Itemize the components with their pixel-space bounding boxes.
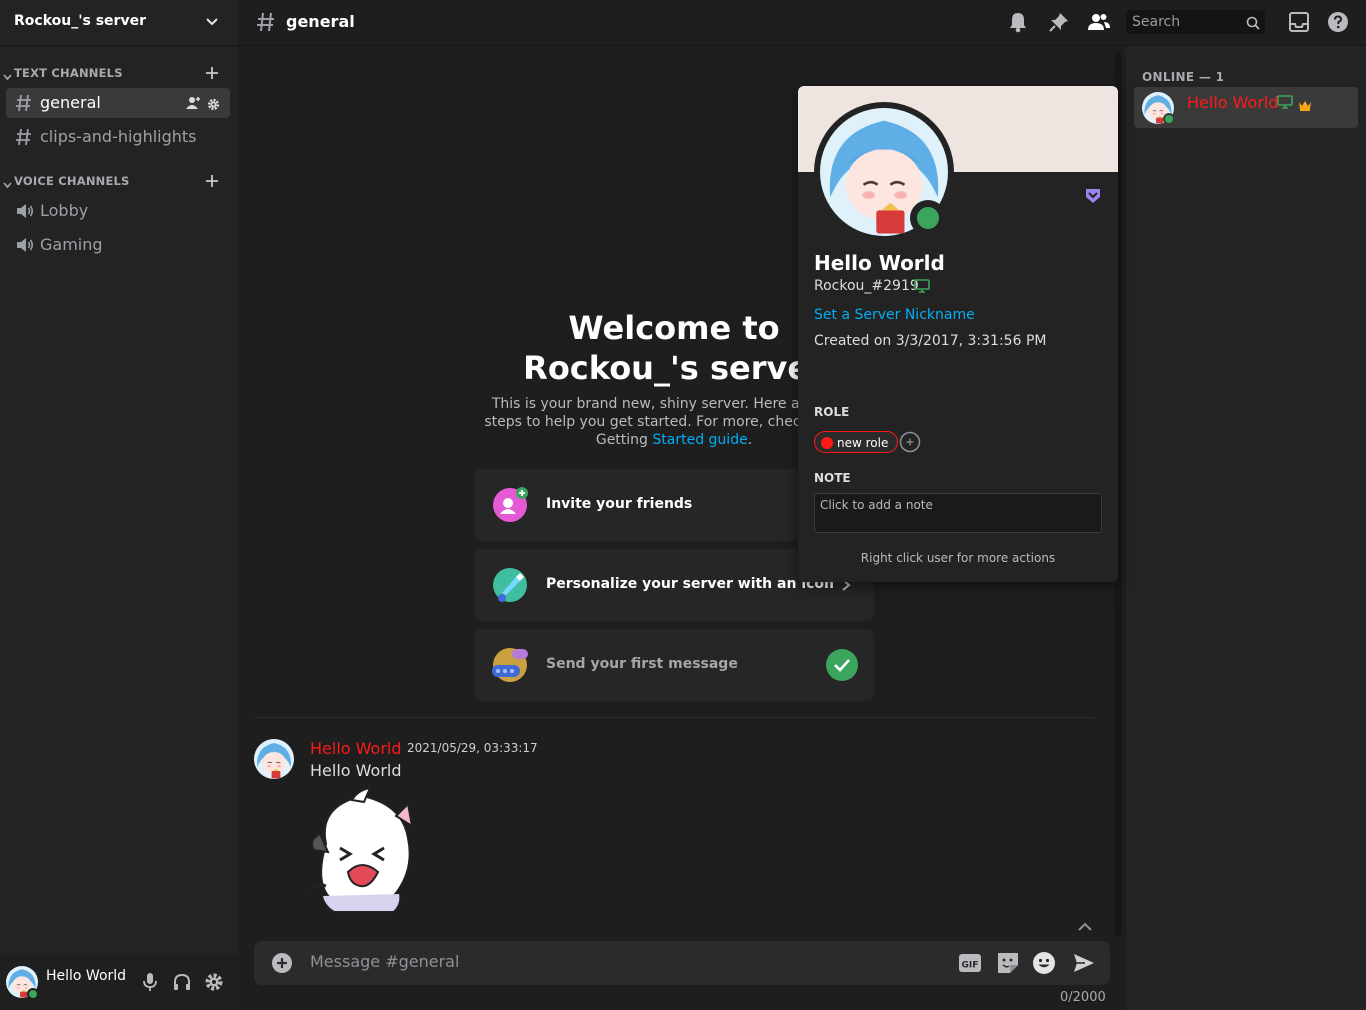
server-header[interactable]: Rockou_'s server — [0, 0, 238, 46]
role-name: new role — [837, 436, 889, 450]
caret-down-icon — [3, 67, 12, 86]
bell-icon[interactable] — [1008, 11, 1028, 37]
headphones-icon[interactable] — [172, 972, 192, 996]
category-label: TEXT CHANNELS — [14, 66, 123, 80]
channel-lobby[interactable]: Lobby — [6, 196, 230, 226]
profile-display-name: Hello World — [814, 251, 945, 275]
role-color-dot[interactable] — [821, 437, 833, 449]
online-status-dot — [27, 988, 39, 1000]
channel-general[interactable]: general — [6, 88, 230, 118]
first-message-card[interactable]: Send your first message — [474, 629, 874, 701]
welcome-description-end: . — [747, 432, 753, 448]
gear-icon[interactable] — [204, 972, 224, 996]
channel-clips-and-highlights[interactable]: clips-and-highlights — [6, 122, 230, 152]
send-icon[interactable] — [1072, 951, 1096, 979]
sticker-image[interactable] — [304, 786, 424, 916]
chat-header: general Search — [238, 0, 1366, 46]
member-name: Hello World — [1187, 93, 1279, 112]
note-input[interactable]: Click to add a note — [814, 493, 1102, 533]
card-label: Invite your friends — [546, 496, 693, 512]
help-icon[interactable] — [1327, 11, 1349, 37]
getting-started-link[interactable]: Started guide — [652, 432, 747, 448]
channel-sidebar: Rockou_'s server TEXT CHANNELS general c… — [0, 0, 238, 1010]
user-panel: Hello World — [0, 954, 238, 1010]
member-item[interactable]: Hello World — [1134, 87, 1358, 128]
desktop-icon — [914, 278, 930, 297]
search-input[interactable]: Search — [1126, 10, 1265, 34]
category-voice-channels[interactable]: VOICE CHANNELS — [0, 173, 238, 191]
microphone-icon[interactable] — [142, 972, 158, 996]
channel-gaming[interactable]: Gaming — [6, 230, 230, 260]
add-attachment-icon[interactable] — [272, 953, 292, 977]
crown-icon — [1298, 96, 1312, 115]
online-section-label: ONLINE — 1 — [1142, 70, 1225, 84]
message-divider — [254, 717, 1094, 718]
channel-label: Lobby — [40, 201, 89, 220]
hypesquad-badge-icon[interactable] — [1085, 188, 1101, 208]
message-timestamp: 2021/05/29, 03:33:17 — [407, 741, 538, 755]
channel-label: Gaming — [40, 235, 103, 254]
category-label: VOICE CHANNELS — [14, 174, 130, 188]
online-status-dot — [1163, 113, 1175, 125]
speaker-icon — [15, 201, 35, 225]
server-name: Rockou_'s server — [14, 13, 146, 29]
message-author[interactable]: Hello World — [310, 739, 402, 758]
invite-friends-icon — [492, 487, 528, 523]
chevron-up-icon[interactable] — [1077, 918, 1093, 937]
add-channel-icon[interactable] — [204, 173, 220, 193]
invite-user-icon[interactable] — [186, 95, 202, 114]
search-placeholder: Search — [1132, 14, 1181, 30]
note-placeholder: Click to add a note — [820, 498, 933, 512]
sticker-icon[interactable] — [996, 951, 1020, 979]
message-composer[interactable]: Message #general GIF — [254, 941, 1110, 985]
channel-title: general — [286, 12, 355, 31]
channel-label: clips-and-highlights — [40, 127, 197, 146]
emoji-icon[interactable] — [1032, 951, 1056, 979]
checkmark-icon — [826, 649, 858, 681]
card-label: Send your first message — [546, 656, 738, 672]
category-text-channels[interactable]: TEXT CHANNELS — [0, 65, 238, 83]
gif-icon[interactable]: GIF — [958, 951, 982, 979]
member-list: ONLINE — 1 Hello World — [1126, 46, 1366, 1010]
svg-text:GIF: GIF — [962, 961, 979, 971]
add-channel-icon[interactable] — [204, 65, 220, 85]
role-section-header: ROLE — [814, 405, 850, 419]
role-pill[interactable]: new role — [814, 431, 899, 453]
character-count: 0/2000 — [1060, 990, 1106, 1005]
desktop-icon — [1277, 94, 1293, 113]
hashtag-icon — [15, 127, 33, 151]
note-section-header: NOTE — [814, 471, 851, 485]
pin-icon[interactable] — [1048, 11, 1070, 37]
inbox-icon[interactable] — [1288, 11, 1310, 37]
online-status-dot — [910, 200, 946, 236]
speaker-icon — [15, 235, 35, 259]
paintbrush-icon — [492, 567, 528, 603]
hashtag-icon — [256, 11, 276, 37]
card-label: Personalize your server with an icon — [546, 576, 834, 592]
caret-down-icon — [3, 175, 12, 194]
search-icon[interactable] — [1246, 15, 1260, 34]
profile-created-date: Created on 3/3/2017, 3:31:56 PM — [814, 333, 1047, 349]
gear-icon[interactable] — [207, 96, 220, 115]
add-role-button[interactable] — [899, 431, 921, 457]
user-name[interactable]: Hello World — [46, 968, 126, 984]
channel-label: general — [40, 93, 101, 112]
hashtag-icon — [15, 93, 33, 117]
set-nickname-link[interactable]: Set a Server Nickname — [814, 307, 975, 323]
profile-hint: Right click user for more actions — [860, 551, 1056, 565]
user-profile-popout: Hello World Rockou_#2919 Set a Server Ni… — [798, 86, 1118, 582]
chevron-down-icon[interactable] — [205, 14, 219, 33]
message-input[interactable]: Message #general — [310, 952, 459, 971]
members-icon[interactable] — [1087, 11, 1111, 37]
profile-tag: Rockou_#2919 — [814, 278, 919, 294]
chat-bubble-icon — [492, 647, 528, 683]
message-text: Hello World — [310, 761, 402, 780]
avatar[interactable] — [254, 739, 294, 779]
